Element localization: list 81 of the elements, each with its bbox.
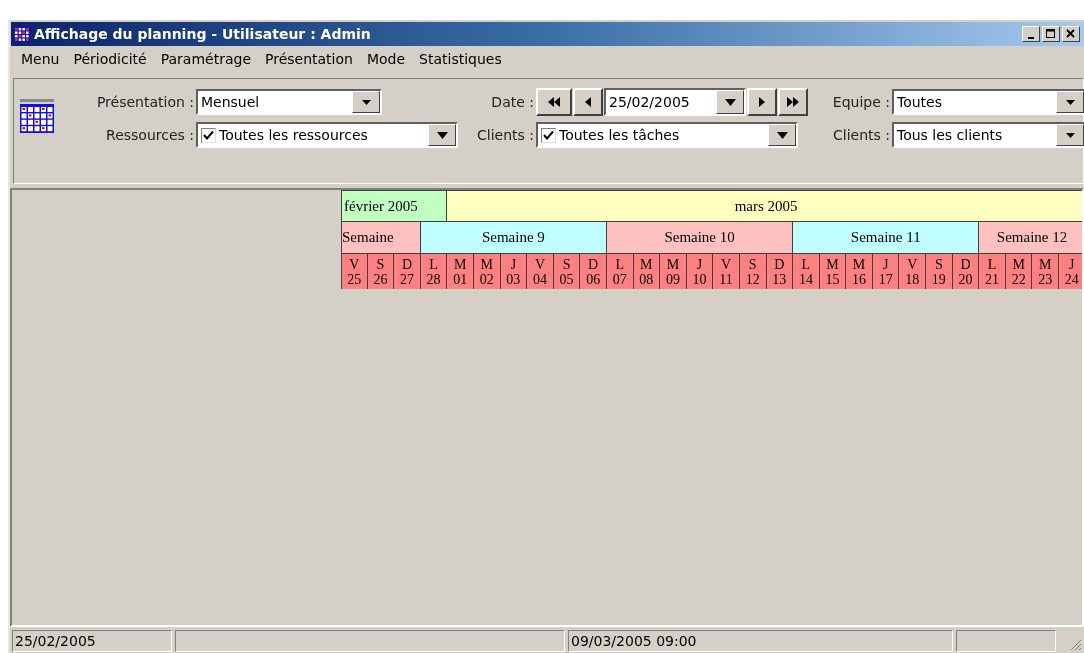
day-header: M 16 xyxy=(846,254,873,289)
month-header: mars 2005 xyxy=(447,190,1082,222)
caret-icon xyxy=(1065,132,1075,138)
day-header: D 27 xyxy=(394,254,421,289)
day-header: S 19 xyxy=(926,254,953,289)
calendar-icon xyxy=(14,26,30,42)
menu-item[interactable]: Périodicité xyxy=(66,51,154,67)
day-header: J 03 xyxy=(500,254,528,289)
day-header: L 14 xyxy=(793,254,820,289)
menu-item[interactable]: Menu xyxy=(14,51,67,67)
menu-item[interactable]: Statistiques xyxy=(412,51,509,67)
team-dropdown[interactable]: Toutes xyxy=(892,89,1084,115)
week-header: Semaine 12 xyxy=(979,222,1082,254)
close-icon xyxy=(1066,29,1076,39)
first-button[interactable] xyxy=(536,88,572,116)
day-header: D 13 xyxy=(766,254,794,289)
field-label: Présentation : xyxy=(96,94,195,110)
checkbox[interactable] xyxy=(541,127,556,143)
tasks-dropdown[interactable]: Toutes les tâches xyxy=(536,122,798,148)
minimize-button[interactable] xyxy=(1022,26,1040,42)
field-label: Clients : xyxy=(833,127,891,143)
resources-dropdown[interactable]: Toutes les ressources xyxy=(196,122,458,148)
day-header: L 07 xyxy=(606,254,634,289)
next-button[interactable] xyxy=(747,88,777,116)
week-header: Semaine 10 xyxy=(607,222,794,254)
day-header: D 06 xyxy=(580,254,607,289)
status-date: 25/02/2005 xyxy=(12,630,172,652)
week-header: Semaine 9 xyxy=(420,222,607,254)
caret-icon xyxy=(436,131,448,139)
day-header: D 20 xyxy=(952,254,980,289)
field-label: Clients : xyxy=(477,127,535,143)
minimize-icon xyxy=(1028,36,1034,39)
day-header: J 17 xyxy=(872,254,900,289)
day-header: M 02 xyxy=(473,254,501,289)
clients-dropdown[interactable]: Tous les clients xyxy=(892,122,1084,148)
menu-item[interactable]: Présentation xyxy=(258,51,360,67)
day-header: L 21 xyxy=(979,254,1006,289)
day-header: S 05 xyxy=(553,254,581,289)
window-title: Affichage du planning - Utilisateur : Admin xyxy=(34,26,371,42)
day-header: V 25 xyxy=(341,254,368,289)
menu-item[interactable]: Mode xyxy=(359,51,413,67)
calendar-icon xyxy=(20,99,54,133)
right-arrow-icon xyxy=(759,97,765,107)
caret-icon xyxy=(1065,99,1075,105)
field-label: Equipe : xyxy=(832,94,891,110)
date-field[interactable]: 25/02/2005 xyxy=(604,88,746,116)
field-label: Date : xyxy=(491,94,535,110)
day-header: S 12 xyxy=(739,254,767,289)
day-header: M 09 xyxy=(660,254,687,289)
last-button[interactable] xyxy=(778,88,808,116)
caret-icon xyxy=(724,98,736,106)
day-header: V 18 xyxy=(899,254,927,289)
day-header: M 08 xyxy=(633,254,661,289)
day-header: L 28 xyxy=(420,254,448,289)
double-left-arrow-icon xyxy=(548,97,560,107)
day-header: M 15 xyxy=(819,254,847,289)
field-label: Ressources : xyxy=(106,127,195,143)
week-header: Semaine 11 xyxy=(793,222,980,254)
maximize-button[interactable] xyxy=(1042,26,1060,42)
day-header: V 04 xyxy=(527,254,554,289)
week-header: Semaine xyxy=(341,222,421,254)
double-right-arrow-icon xyxy=(787,97,799,107)
resize-grip-icon xyxy=(1070,639,1082,651)
month-header: février 2005 xyxy=(341,190,448,222)
presentation-dropdown[interactable]: Mensuel xyxy=(196,89,382,115)
maximize-icon xyxy=(1046,29,1056,39)
day-header: M 23 xyxy=(1032,254,1060,289)
day-header: S 26 xyxy=(367,254,395,289)
day-header: M 01 xyxy=(447,254,474,289)
day-header: V 11 xyxy=(713,254,740,289)
caret-icon xyxy=(361,99,371,105)
close-button[interactable] xyxy=(1062,26,1080,42)
left-arrow-icon xyxy=(585,97,591,107)
status-datetime: 09/03/2005 09:00 xyxy=(568,630,953,652)
day-header: J 10 xyxy=(686,254,714,289)
caret-icon xyxy=(776,131,788,139)
menu-item[interactable]: Paramétrage xyxy=(153,51,258,67)
day-header: J 24 xyxy=(1059,254,1082,289)
previous-button[interactable] xyxy=(573,88,603,116)
day-header: M 22 xyxy=(1005,254,1033,289)
checkbox[interactable] xyxy=(201,127,216,143)
